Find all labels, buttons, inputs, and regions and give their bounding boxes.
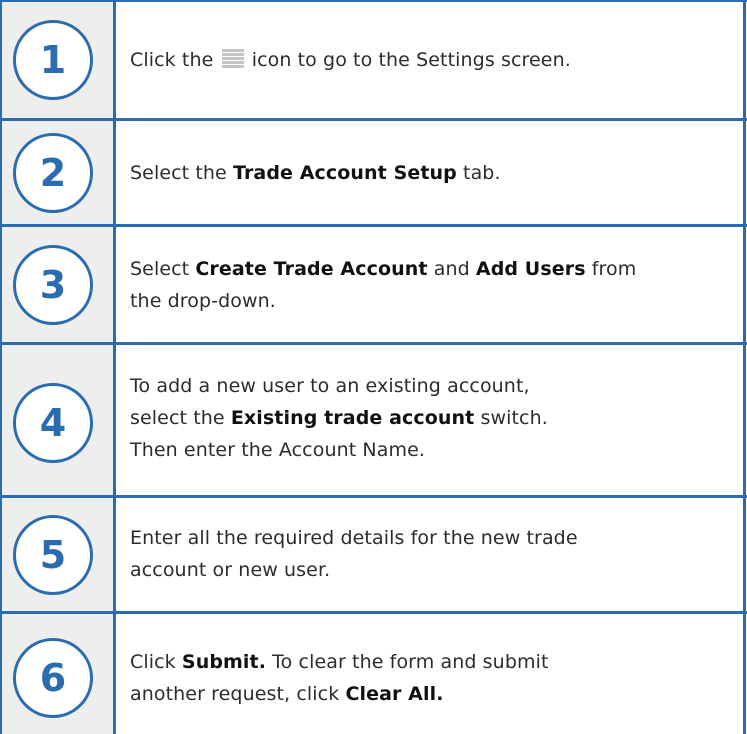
step-text-run: To add a new user to an existing account…	[130, 375, 530, 397]
step-text-run: Click the	[130, 49, 214, 71]
step-text-emphasis: Submit.	[181, 651, 267, 673]
step-text-run: select the	[130, 407, 231, 429]
step-text-emphasis: Create Trade Account	[195, 258, 428, 280]
step-row-4: 4 To add a new user to an existing accou…	[0, 345, 747, 495]
step-row-6: 6 Click Submit. To clear the form and su…	[0, 614, 747, 734]
step-text-run: account or new user.	[130, 559, 331, 581]
menu-icon	[221, 49, 244, 69]
step-text: Click Submit. To clear the form and subm…	[130, 646, 720, 710]
step-text-run: icon to go to the Settings screen.	[251, 49, 571, 71]
step-text-emphasis: Trade Account Setup	[232, 162, 457, 184]
step-text: Select the Trade Account Setup tab.	[130, 157, 720, 189]
step-text-run: Enter all the required details for the n…	[130, 527, 578, 549]
step-row-2: 2 Select the Trade Account Setup tab.	[0, 121, 747, 224]
step-row-1: 1 Click the icon to go to the Settings s…	[0, 2, 747, 118]
step-text-run: Click	[130, 651, 182, 673]
step-text-run: Then enter the Account Name.	[130, 439, 426, 461]
instruction-table: 1 Click the icon to go to the Settings s…	[0, 0, 747, 734]
step-number-badge: 1	[13, 20, 93, 100]
step-text-run: switch.	[474, 407, 548, 429]
step-number-badge: 3	[13, 245, 93, 325]
step-text-run: Select	[130, 258, 196, 280]
step-row-5: 5 Enter all the required details for the…	[0, 498, 747, 611]
step-text-run: To clear the form and submit	[266, 651, 549, 673]
step-text: Enter all the required details for the n…	[130, 522, 720, 586]
step-text-run: from	[585, 258, 637, 280]
step-text: Click the icon to go to the Settings scr…	[130, 44, 720, 76]
step-row-3: 3 Select Create Trade Account and Add Us…	[0, 227, 747, 342]
step-number-badge: 4	[13, 383, 93, 463]
step-number-badge: 2	[13, 133, 93, 213]
step-text: Select Create Trade Account and Add User…	[130, 253, 720, 317]
step-text-run: and	[427, 258, 476, 280]
step-text-run: another request, click	[130, 683, 346, 705]
step-number-badge: 6	[13, 638, 93, 718]
step-text-run: tab.	[456, 162, 501, 184]
step-text-emphasis: Existing trade account	[230, 407, 475, 429]
step-text-emphasis: Clear All.	[345, 683, 444, 705]
step-text-run: Select the	[130, 162, 233, 184]
step-number-badge: 5	[13, 515, 93, 595]
step-text: To add a new user to an existing account…	[130, 370, 720, 466]
step-text-run: the drop-down.	[130, 290, 276, 312]
step-text-emphasis: Add Users	[475, 258, 586, 280]
